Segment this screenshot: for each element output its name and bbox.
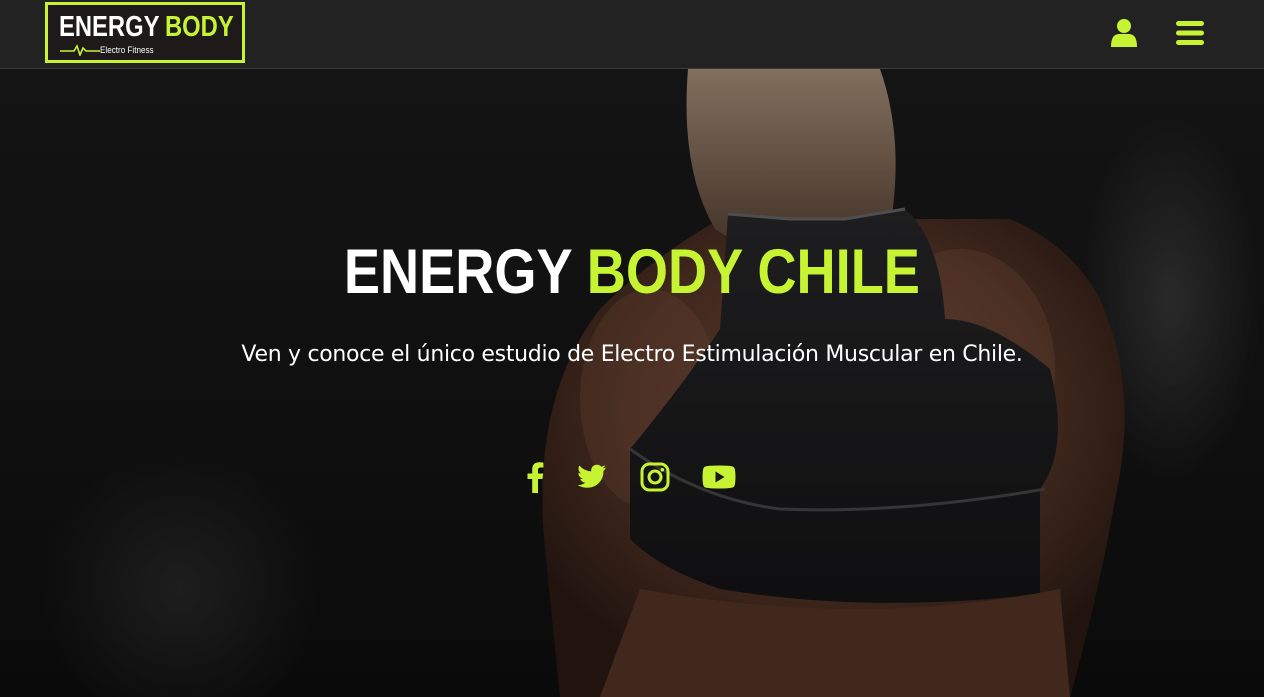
hero-subtitle: Ven y conoce el único estudio de Electro… [241,342,1023,367]
instagram-icon [640,462,670,492]
energy-body-logo[interactable]: ENERGY BODY Electro Fitness [45,2,245,63]
hero-section: ENERGY BODY CHILE Ven y conoce el único … [0,69,1264,697]
page: ENERGY BODY Electro Fitness ENERGY BODY … [0,0,1264,697]
user-icon [1111,19,1137,47]
logo-word-body: BODY [165,11,234,43]
hero-title-white: ENERGY [343,237,587,307]
twitter-icon [577,464,606,488]
menu-button[interactable] [1173,16,1207,50]
logo-tagline: Electro Fitness [100,45,154,55]
social-links [515,455,755,499]
hero-title-accent: BODY CHILE [586,237,921,307]
logo-pulse-icon [60,44,100,56]
instagram-link[interactable] [635,455,675,499]
facebook-link[interactable] [515,455,555,499]
twitter-link[interactable] [572,455,612,499]
youtube-icon [702,465,736,489]
logo-word-energy: ENERGY [59,11,160,43]
hero-dark-overlay [0,69,1264,697]
hero-title: ENERGY BODY CHILE [0,241,1264,304]
youtube-link[interactable] [699,455,739,499]
top-navbar: ENERGY BODY Electro Fitness [0,0,1264,69]
user-account-button[interactable] [1107,16,1141,50]
hamburger-menu-icon [1176,21,1204,45]
facebook-icon [527,462,544,493]
